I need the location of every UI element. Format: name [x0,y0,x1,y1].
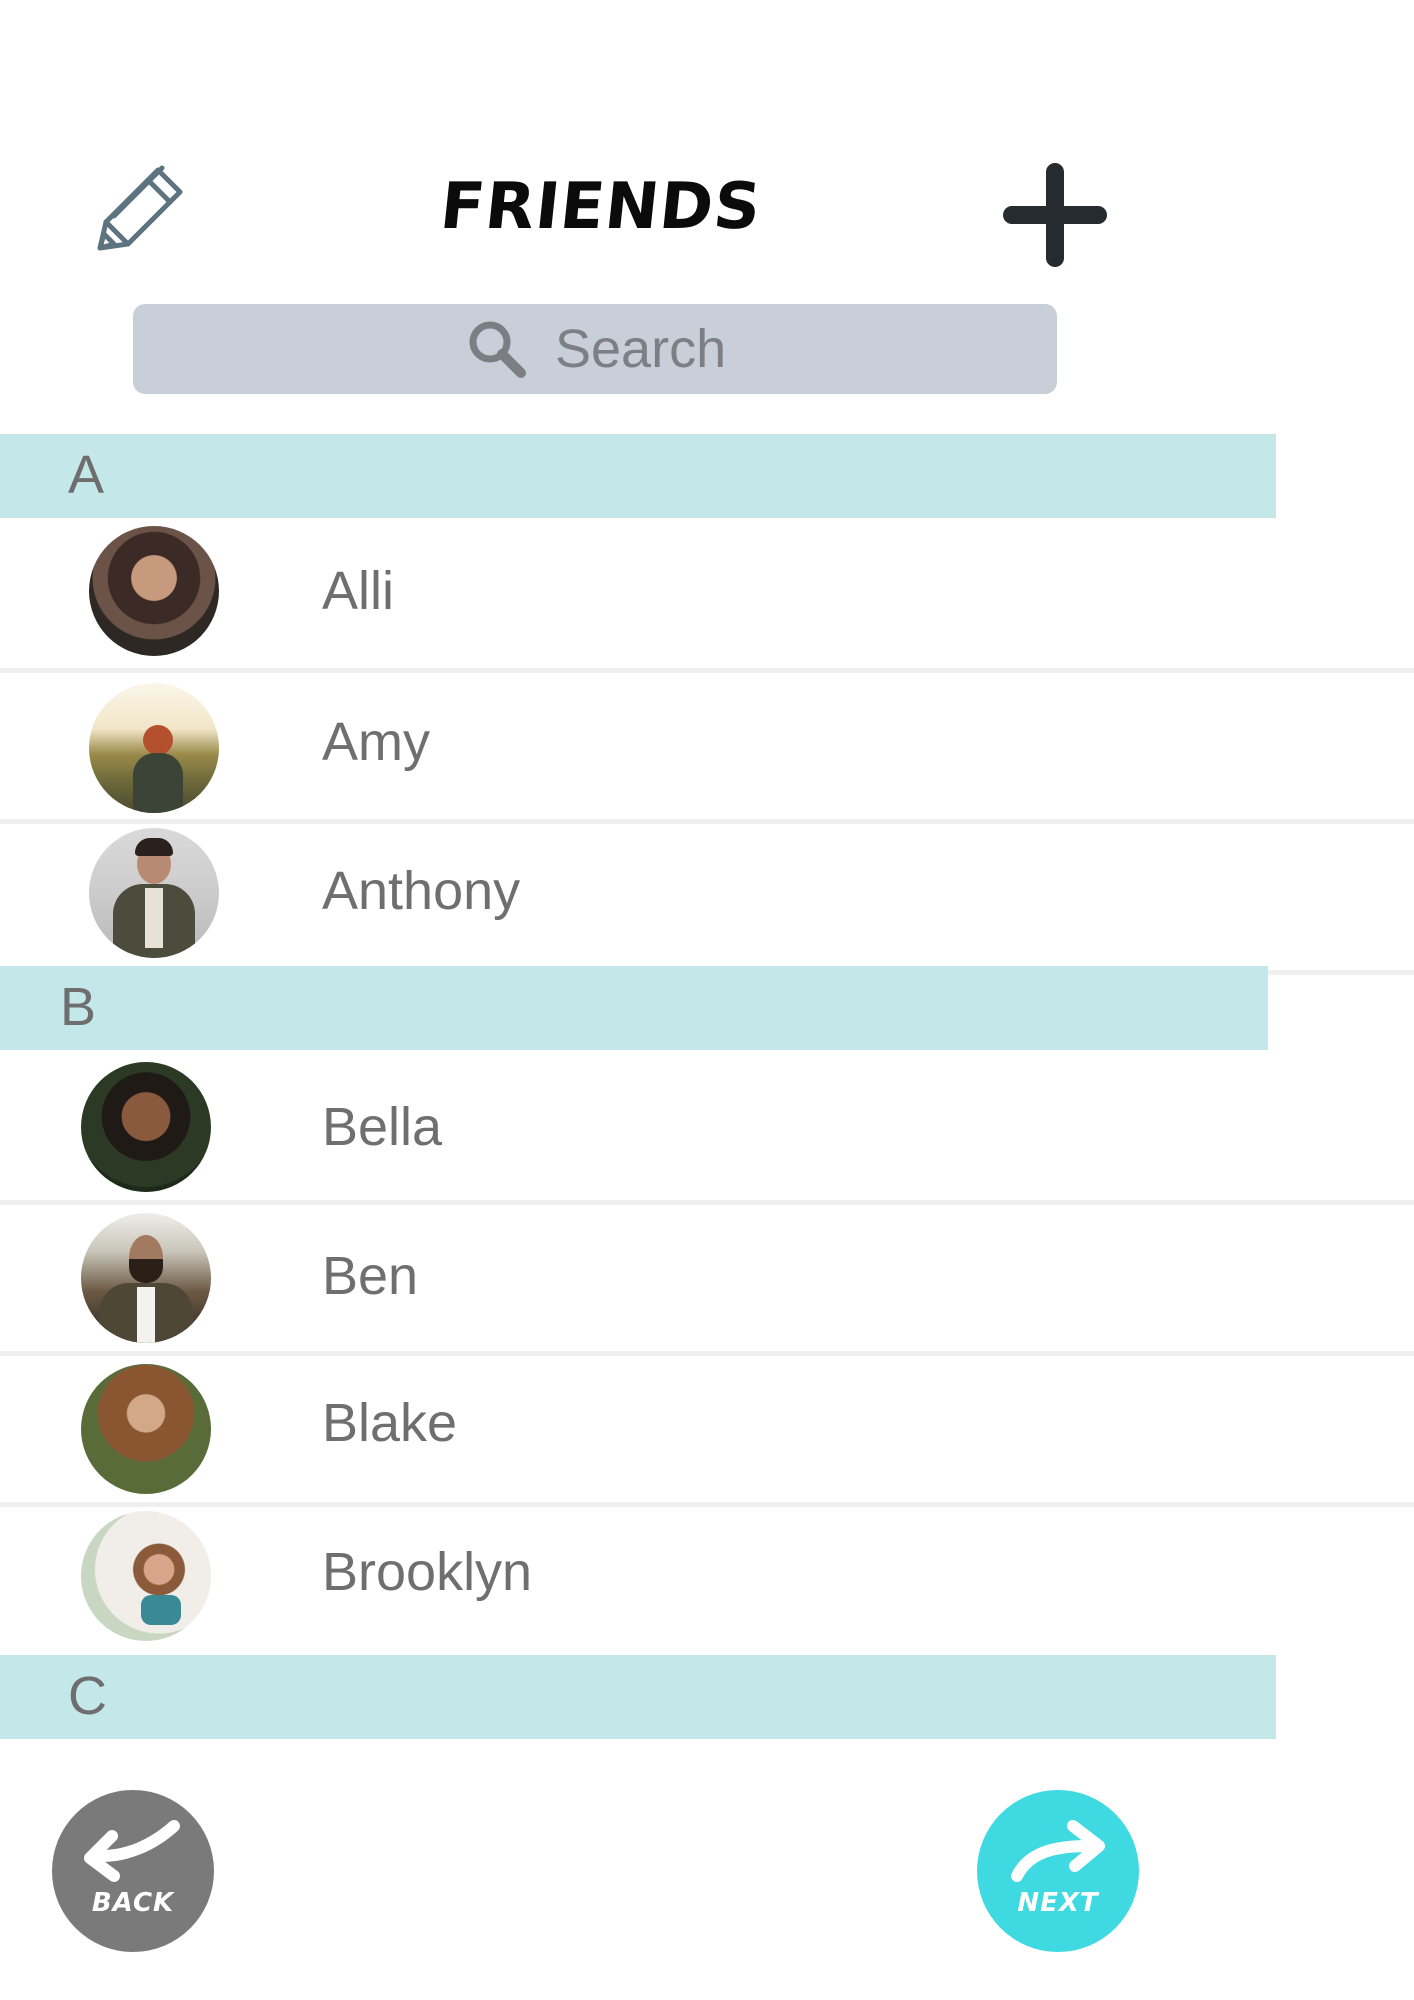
section-header-b: B [0,966,1268,1050]
section-letter: B [60,977,97,1037]
contact-name: Alli [322,561,395,621]
contact-row-amy[interactable]: Amy [0,673,1414,824]
next-label: NEXT [1017,1888,1099,1918]
contact-row-alli[interactable]: Alli [0,522,1414,673]
contact-row-ben[interactable]: Ben [0,1205,1414,1356]
next-arrow-icon [1011,1820,1105,1882]
contact-row-blake[interactable]: Blake [0,1356,1414,1507]
contact-name: Brooklyn [322,1542,533,1602]
next-button[interactable]: NEXT [977,1790,1139,1952]
contact-row-anthony[interactable]: Anthony [0,824,1414,975]
contact-name: Bella [322,1097,443,1157]
avatar [81,1511,211,1641]
avatar [81,1364,211,1494]
page-title: FRIENDS [436,170,765,244]
contact-row-bella[interactable]: Bella [0,1054,1414,1205]
back-arrow-icon [84,1820,180,1882]
contact-name: Ben [322,1246,419,1306]
avatar [89,828,219,958]
section-letter: A [68,445,105,505]
back-button[interactable]: BACK [52,1790,214,1952]
avatar [89,683,219,813]
contact-row-brooklyn[interactable]: Brooklyn [0,1507,1414,1653]
contact-name: Amy [322,712,430,772]
search-icon [469,321,526,378]
edit-button[interactable] [88,160,188,260]
contact-name: Anthony [322,861,521,921]
section-header-c: C [0,1655,1276,1739]
avatar [81,1062,211,1192]
pencil-icon [97,165,183,251]
plus-icon [1003,163,1107,267]
search-input[interactable] [555,312,1035,386]
avatar [89,526,219,656]
section-letter: C [68,1666,107,1726]
avatar [81,1213,211,1343]
contact-name: Blake [322,1393,458,1453]
section-header-a: A [0,434,1276,518]
add-friend-button[interactable] [1000,160,1110,270]
back-label: BACK [91,1888,175,1918]
